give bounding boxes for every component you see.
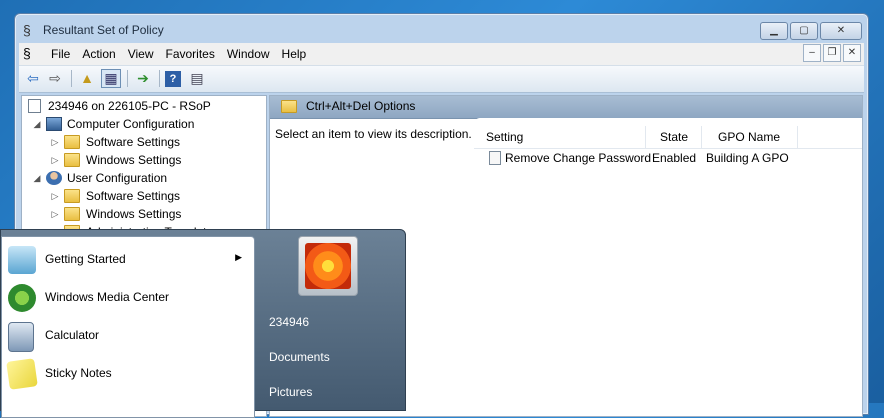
column-gpo-name[interactable]: GPO Name	[702, 126, 798, 148]
tree-label: Windows Settings	[86, 207, 182, 221]
menu-favorites[interactable]: Favorites	[161, 46, 222, 62]
computer-icon	[46, 117, 62, 131]
start-item-label: Getting Started	[45, 252, 126, 266]
tree-root-label: 234946 on 226105-PC - RSoP	[48, 99, 211, 113]
child-close-button[interactable]: ✕	[843, 44, 861, 62]
back-icon[interactable]: ⇦	[23, 69, 43, 88]
help-icon[interactable]: ?	[165, 71, 181, 87]
menu-help[interactable]: Help	[277, 46, 314, 62]
calculator-icon	[8, 322, 34, 352]
rsop-app-icon: §	[23, 22, 31, 38]
user-icon	[46, 171, 62, 185]
up-folder-icon[interactable]: ▲	[77, 69, 97, 88]
list-header: Setting State GPO Name	[474, 126, 862, 149]
start-user-name[interactable]: 234946	[269, 315, 309, 329]
tree-label: Software Settings	[86, 135, 181, 149]
start-documents[interactable]: Documents	[269, 350, 330, 364]
document-menu-icon[interactable]: §	[23, 45, 39, 61]
properties-icon[interactable]: ▤	[187, 69, 207, 88]
row-gpo: Building A GPO	[706, 151, 789, 165]
menu-view[interactable]: View	[123, 46, 161, 62]
start-item-windows-media-center[interactable]: Windows Media Center	[2, 280, 252, 316]
row-state: Enabled	[652, 151, 697, 165]
export-icon[interactable]: ➔	[133, 69, 153, 88]
submenu-arrow-icon: ▶	[235, 252, 242, 262]
child-minimize-button[interactable]: –	[803, 44, 821, 62]
sticky-notes-icon	[6, 358, 38, 390]
forward-icon[interactable]: ⇨	[45, 69, 65, 88]
menu-action[interactable]: Action	[77, 46, 122, 62]
folder-icon	[64, 189, 80, 203]
getting-started-icon	[8, 246, 36, 274]
start-menu-programs: Getting Started ▶ Windows Media Center C…	[1, 236, 255, 418]
child-restore-button[interactable]: ❐	[823, 44, 841, 62]
details-header: Ctrl+Alt+Del Options	[270, 96, 862, 119]
collapse-icon[interactable]: ◢	[32, 115, 42, 133]
maximize-button[interactable]: ▢	[790, 22, 818, 40]
folder-icon	[64, 135, 80, 149]
minimize-button[interactable]: ▁	[760, 22, 788, 40]
menu-bar: § File Action View Favorites Window Help…	[19, 43, 864, 66]
user-picture[interactable]	[298, 236, 358, 296]
toolbar: ⇦ ⇨ ▲ ▦ ➔ ? ▤	[19, 66, 864, 93]
start-item-label: Windows Media Center	[45, 290, 170, 304]
expand-icon[interactable]: ▷	[50, 151, 60, 169]
row-setting: Remove Change Password	[505, 151, 652, 165]
start-item-label: Sticky Notes	[45, 366, 112, 380]
collapse-icon[interactable]: ◢	[32, 169, 42, 187]
policy-setting-icon	[489, 151, 501, 165]
folder-icon	[64, 153, 80, 167]
start-pictures[interactable]: Pictures	[269, 385, 312, 399]
folder-icon	[64, 207, 80, 221]
flower-avatar-icon	[305, 243, 351, 289]
description-text: Select an item to view its description.	[275, 127, 472, 141]
tree-label: User Configuration	[67, 171, 168, 185]
start-item-label: Calculator	[45, 328, 100, 342]
tree-label: Windows Settings	[86, 153, 182, 167]
settings-list: Setting State GPO Name Remove Change Pas…	[474, 118, 862, 178]
column-setting[interactable]: Setting	[474, 126, 646, 148]
close-button[interactable]: ✕	[820, 22, 862, 40]
title-bar: § Resultant Set of Policy ▁ ▢ ✕	[15, 14, 868, 42]
media-center-icon	[8, 284, 36, 312]
start-item-calculator[interactable]: Calculator	[2, 318, 252, 354]
start-item-sticky-notes[interactable]: Sticky Notes	[2, 356, 252, 392]
tree-label: Computer Configuration	[67, 117, 195, 131]
expand-icon[interactable]: ▷	[50, 133, 60, 151]
expand-icon[interactable]: ▷	[50, 205, 60, 223]
start-menu: Getting Started ▶ Windows Media Center C…	[0, 229, 406, 418]
expand-icon[interactable]: ▷	[50, 187, 60, 205]
show-tree-icon[interactable]: ▦	[101, 69, 121, 88]
menu-window[interactable]: Window	[222, 46, 277, 62]
column-state[interactable]: State	[646, 126, 702, 148]
start-item-getting-started[interactable]: Getting Started ▶	[2, 242, 252, 278]
tree-label: Software Settings	[86, 189, 181, 203]
details-title: Ctrl+Alt+Del Options	[306, 99, 416, 113]
rsop-document-icon	[28, 99, 41, 113]
window-title: Resultant Set of Policy	[43, 23, 164, 37]
folder-icon	[281, 100, 297, 113]
menu-file[interactable]: File	[46, 46, 77, 62]
